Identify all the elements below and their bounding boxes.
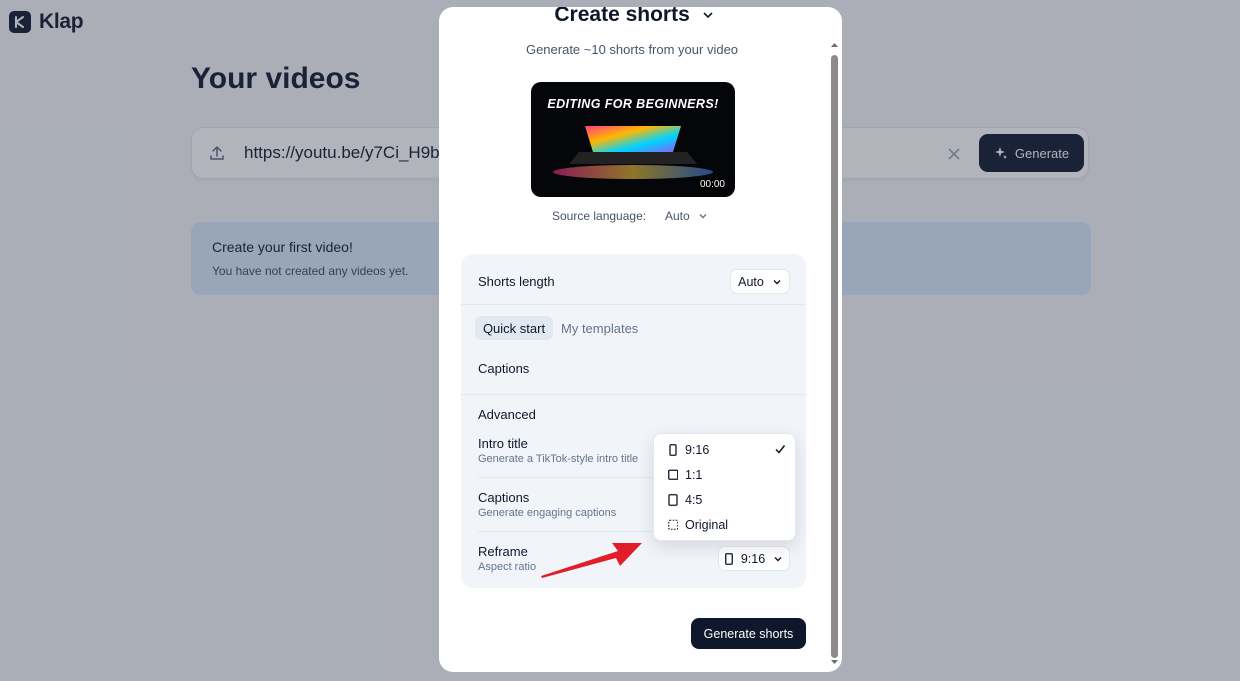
scroll-up-arrow[interactable] [830, 41, 839, 49]
reframe-select[interactable]: 9:16 [718, 546, 790, 571]
thumbnail-caption: EDITING FOR BEGINNERS! [547, 97, 719, 111]
intro-title-description: Generate a TikTok-style intro title [478, 453, 639, 465]
modal-title[interactable]: Create shorts [439, 7, 829, 27]
option-9-16[interactable]: 9:16 [668, 443, 709, 457]
modal-title-text: Create shorts [554, 7, 690, 26]
shorts-length-select[interactable]: Auto [730, 269, 790, 294]
reframe-description: Aspect ratio [478, 561, 537, 573]
portrait-ratio-icon [669, 444, 677, 456]
portrait-ratio-icon [668, 494, 678, 506]
source-language-select[interactable]: Auto [665, 209, 708, 223]
source-language-label: Source language: [552, 209, 647, 223]
option-1-1[interactable]: 1:1 [668, 468, 702, 482]
dashed-frame-icon [668, 519, 678, 530]
option-label: 9:16 [685, 443, 710, 457]
shorts-length-label: Shorts length [478, 274, 555, 289]
divider [461, 394, 806, 395]
tab-quick-start[interactable]: Quick start [475, 316, 553, 340]
option-label: 4:5 [685, 493, 703, 507]
divider [461, 304, 806, 305]
modal-subtitle: Generate ~10 shorts from your video [525, 42, 739, 57]
option-4-5[interactable]: 4:5 [668, 493, 702, 507]
generate-shorts-button[interactable]: Generate shorts [691, 618, 806, 649]
reframe-dropdown: 9:16 1:1 4:5 Original [653, 433, 796, 541]
annotation-arrow-icon [541, 543, 642, 578]
portrait-ratio-icon [724, 552, 733, 565]
chevron-down-icon [773, 279, 781, 284]
chevron-down-icon [699, 214, 707, 219]
source-language-value: Auto [665, 209, 690, 223]
chevron-down-icon [774, 556, 782, 561]
intro-title-label: Intro title [478, 436, 528, 451]
tab-my-templates[interactable]: My templates [561, 321, 638, 336]
video-thumbnail: EDITING FOR BEGINNERS! 00:00 [531, 82, 735, 197]
check-icon [775, 445, 786, 454]
chevron-down-icon [703, 12, 713, 19]
video-duration: 00:00 [695, 178, 729, 191]
shorts-length-value: Auto [738, 274, 764, 289]
option-label: Original [685, 518, 729, 532]
scroll-down-arrow[interactable] [830, 658, 839, 666]
captions-section-label[interactable]: Captions [478, 361, 529, 376]
option-label: 1:1 [685, 468, 703, 482]
advanced-heading: Advanced [478, 407, 536, 422]
reframe-label: Reframe [478, 544, 528, 559]
captions-description: Generate engaging captions [478, 507, 617, 519]
scrollbar-thumb[interactable] [831, 55, 838, 658]
option-original[interactable]: Original [668, 518, 728, 532]
captions-label: Captions [478, 490, 530, 505]
square-ratio-icon [668, 469, 678, 480]
reframe-value: 9:16 [740, 551, 766, 566]
